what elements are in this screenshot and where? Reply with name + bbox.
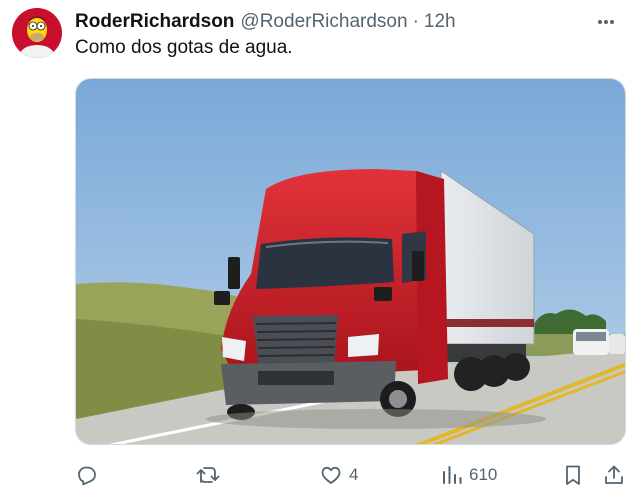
timestamp[interactable]: 12h — [424, 11, 456, 33]
tweet-text: Como dos gotas de agua. — [75, 37, 293, 58]
tweet-media[interactable] — [75, 78, 626, 445]
reply-button[interactable] — [75, 460, 105, 490]
truck-photo — [76, 79, 625, 444]
reply-icon — [78, 466, 96, 486]
like-button[interactable]: 4 — [319, 460, 358, 490]
like-count: 4 — [349, 465, 359, 484]
tweet-header: RoderRichardson @RoderRichardson · 12h — [75, 10, 620, 34]
share-icon — [605, 465, 623, 484]
avatar-image — [12, 8, 62, 58]
user-handle[interactable]: @RoderRichardson — [240, 11, 407, 33]
repost-icon — [196, 467, 220, 483]
tweet-actions: 4 610 — [75, 460, 626, 490]
display-name[interactable]: RoderRichardson — [75, 11, 234, 33]
views-button[interactable]: 610 — [441, 460, 497, 490]
views-icon — [443, 466, 462, 484]
heart-icon — [321, 466, 341, 484]
views-count: 610 — [469, 465, 498, 484]
share-button[interactable] — [602, 460, 626, 490]
repost-button[interactable] — [195, 460, 227, 490]
more-button[interactable] — [592, 10, 620, 34]
avatar[interactable] — [12, 8, 62, 58]
bookmark-icon — [566, 465, 580, 485]
bookmark-button[interactable] — [561, 460, 585, 490]
more-horizontal-icon — [598, 20, 614, 24]
separator-dot: · — [412, 11, 419, 32]
